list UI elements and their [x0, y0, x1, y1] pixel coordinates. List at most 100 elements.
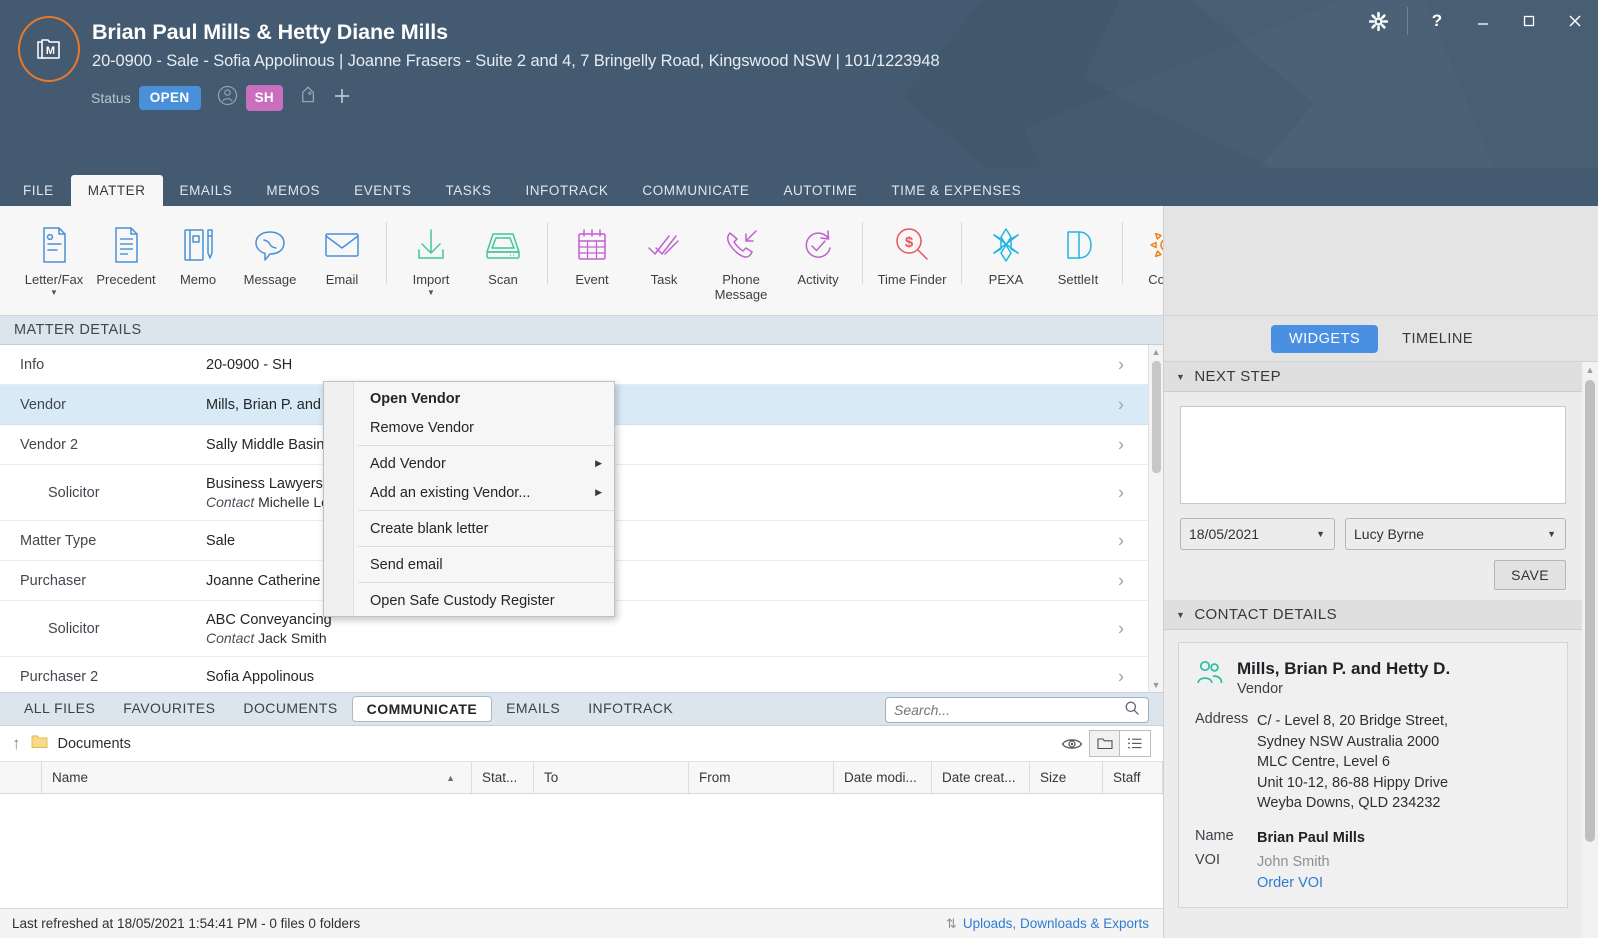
chevron-right-icon[interactable]: › — [1118, 394, 1124, 415]
scrollbar-thumb[interactable] — [1585, 380, 1595, 842]
submenu-arrow-icon[interactable]: ▶ — [595, 487, 602, 498]
chevron-right-icon[interactable]: › — [1118, 530, 1124, 551]
chevron-right-icon[interactable]: › — [1118, 354, 1124, 375]
doc-column-header[interactable]: Name ▲ — [42, 762, 472, 793]
chevron-right-icon[interactable]: › — [1118, 666, 1124, 687]
ribbon-button-task[interactable]: Task — [628, 216, 700, 287]
search-box[interactable] — [885, 697, 1149, 723]
help-button[interactable]: ? — [1414, 0, 1460, 42]
scroll-down-icon[interactable]: ▼ — [1149, 680, 1163, 690]
chevron-right-icon[interactable]: › — [1118, 570, 1124, 591]
tab-communicate[interactable]: COMMUNICATE — [625, 175, 766, 206]
contact-details-section-header[interactable]: ▼ CONTACT DETAILS — [1164, 600, 1582, 630]
chevron-down-icon[interactable]: ▼ — [1316, 529, 1325, 539]
document-table-body[interactable] — [0, 794, 1163, 908]
tab-infotrack[interactable]: INFOTRACK — [508, 175, 625, 206]
file-tab-all-files[interactable]: ALL FILES — [10, 696, 109, 722]
chevron-right-icon[interactable]: › — [1118, 482, 1124, 503]
submenu-arrow-icon[interactable]: ▶ — [595, 458, 602, 469]
doc-column-header[interactable]: Date modi... — [834, 762, 932, 793]
tab-file[interactable]: FILE — [6, 175, 71, 206]
context-menu-item[interactable]: Open Safe Custody Register — [324, 586, 614, 615]
minimize-button[interactable] — [1460, 0, 1506, 42]
breadcrumb-label[interactable]: Documents — [58, 736, 131, 752]
ribbon-button-import[interactable]: Import ▼ — [395, 216, 467, 297]
next-step-note-input[interactable] — [1180, 406, 1566, 504]
ribbon-button-activity[interactable]: Activity — [782, 216, 854, 287]
vendor-context-menu[interactable]: Open Vendor Remove Vendor Add Vendor ▶ Add a… — [323, 381, 615, 617]
doc-column-header[interactable]: Size — [1030, 762, 1103, 793]
context-menu-item[interactable]: Create blank letter — [324, 514, 614, 543]
matter-detail-row[interactable]: Purchaser 2 Sofia Appolinous › — [0, 657, 1148, 692]
tab-time-expenses[interactable]: TIME & EXPENSES — [874, 175, 1038, 206]
doc-column-header[interactable]: To — [534, 762, 689, 793]
toggle-timeline[interactable]: TIMELINE — [1384, 325, 1491, 353]
file-tab-documents[interactable]: DOCUMENTS — [229, 696, 351, 722]
settings-gear-icon[interactable] — [1351, 0, 1405, 42]
next-step-section-header[interactable]: ▼ NEXT STEP — [1164, 362, 1582, 392]
ribbon-button-letter-fax[interactable]: Letter/Fax ▼ — [18, 216, 90, 297]
ribbon-button-settleit[interactable]: SettleIt — [1042, 216, 1114, 287]
ribbon-button-scan[interactable]: Scan — [467, 216, 539, 287]
ribbon-button-time-finder[interactable]: $ Time Finder — [871, 216, 953, 287]
save-button[interactable]: SAVE — [1494, 560, 1566, 590]
doc-column-header[interactable]: Stat... — [472, 762, 534, 793]
preview-eye-icon[interactable] — [1055, 731, 1089, 757]
ribbon-button-event[interactable]: Event — [556, 216, 628, 287]
tab-tasks[interactable]: TASKS — [428, 175, 508, 206]
tab-events[interactable]: EVENTS — [337, 175, 428, 206]
staff-initials-badge[interactable]: SH — [245, 85, 283, 111]
file-tab-communicate[interactable]: COMMUNICATE — [351, 696, 493, 722]
person-icon[interactable] — [217, 85, 238, 111]
context-menu-item[interactable]: Send email — [324, 550, 614, 579]
ribbon-button-pexa[interactable]: PEXA — [970, 216, 1042, 287]
uploads-link-label[interactable]: Uploads, Downloads & Exports — [963, 916, 1149, 931]
tab-memos[interactable]: MEMOS — [249, 175, 337, 206]
chevron-right-icon[interactable]: › — [1118, 434, 1124, 455]
scroll-up-icon[interactable]: ▲ — [1582, 365, 1598, 375]
ribbon-button-memo[interactable]: Memo — [162, 216, 234, 287]
maximize-button[interactable] — [1506, 0, 1552, 42]
right-panel-scrollbar[interactable]: ▲ — [1582, 361, 1598, 938]
ribbon-button-precedent[interactable]: Precedent — [90, 216, 162, 287]
doc-column-header[interactable]: Date creat... — [932, 762, 1030, 793]
matter-detail-row[interactable]: Info 20-0900 - SH › — [0, 345, 1148, 385]
add-icon[interactable] — [331, 85, 353, 112]
context-menu-item[interactable]: Remove Vendor — [324, 413, 614, 442]
collapse-triangle-icon[interactable]: ▼ — [1176, 372, 1185, 382]
next-step-date-dropdown[interactable]: 18/05/2021 ▼ — [1180, 518, 1335, 550]
context-menu-item[interactable]: Add an existing Vendor... ▶ — [324, 478, 614, 507]
sort-ascending-icon[interactable]: ▲ — [446, 773, 455, 783]
doc-column-header[interactable]: Staff — [1103, 762, 1163, 793]
context-menu-item[interactable]: Add Vendor ▶ — [324, 449, 614, 478]
scrollbar-thumb[interactable] — [1152, 361, 1161, 473]
tag-icon[interactable] — [297, 86, 317, 111]
file-tab-infotrack[interactable]: INFOTRACK — [574, 696, 687, 722]
collapse-triangle-icon[interactable]: ▼ — [1176, 610, 1185, 620]
tab-matter[interactable]: MATTER — [70, 175, 163, 206]
next-step-staff-dropdown[interactable]: Lucy Byrne ▼ — [1345, 518, 1566, 550]
tab-autotime[interactable]: AUTOTIME — [766, 175, 874, 206]
order-voi-link[interactable]: Order VOI — [1257, 873, 1551, 894]
file-tab-emails[interactable]: EMAILS — [492, 696, 574, 722]
close-button[interactable] — [1552, 0, 1598, 42]
uploads-downloads-exports-link[interactable]: ⇅ Uploads, Downloads & Exports — [946, 916, 1149, 932]
dropdown-caret-icon[interactable]: ▼ — [427, 289, 435, 297]
ribbon-button-message[interactable]: Message — [234, 216, 306, 287]
chevron-right-icon[interactable]: › — [1118, 618, 1124, 639]
scroll-up-icon[interactable]: ▲ — [1149, 347, 1163, 357]
dropdown-caret-icon[interactable]: ▼ — [50, 289, 58, 297]
ribbon-button-phone-message[interactable]: Phone Message — [700, 216, 782, 302]
doc-column-header[interactable]: From — [689, 762, 834, 793]
status-badge[interactable]: OPEN — [138, 86, 201, 110]
matter-details-scrollbar[interactable]: ▲ ▼ — [1148, 345, 1163, 692]
toggle-widgets[interactable]: WIDGETS — [1270, 324, 1379, 353]
context-menu-item[interactable]: Open Vendor — [324, 384, 614, 413]
file-tab-favourites[interactable]: FAVOURITES — [109, 696, 229, 722]
chevron-down-icon[interactable]: ▼ — [1547, 529, 1556, 539]
search-icon[interactable] — [1124, 700, 1140, 721]
search-input[interactable] — [894, 702, 1124, 718]
folder-view-button[interactable] — [1089, 730, 1120, 757]
tab-emails[interactable]: EMAILS — [163, 175, 250, 206]
ribbon-button-email[interactable]: Email — [306, 216, 378, 287]
